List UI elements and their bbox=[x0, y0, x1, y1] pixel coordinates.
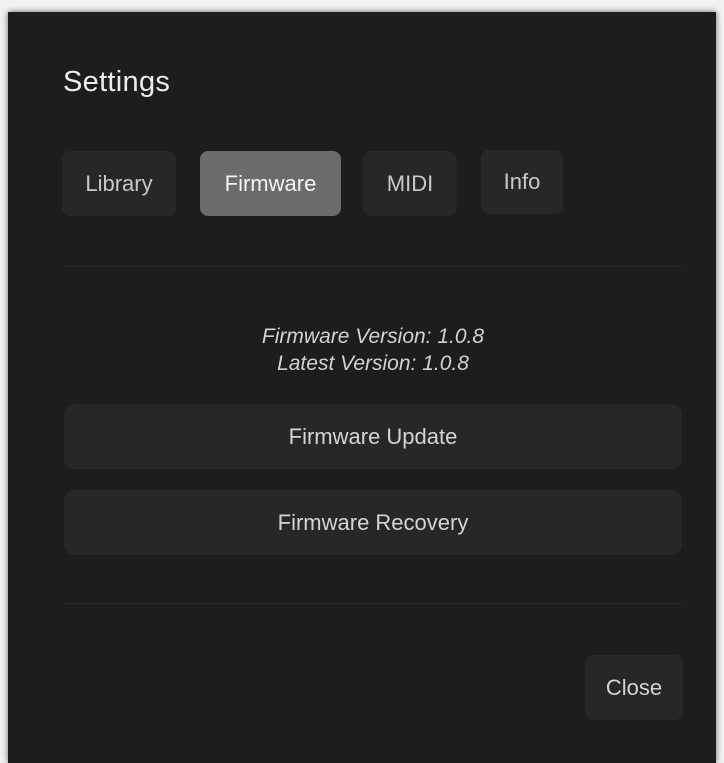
firmware-version-text: Firmware Version: 1.0.8 bbox=[261, 325, 485, 348]
footer-divider bbox=[63, 603, 683, 604]
tabs-divider bbox=[63, 266, 683, 267]
tab-firmware[interactable]: Firmware bbox=[200, 151, 341, 216]
tab-midi[interactable]: MIDI bbox=[363, 151, 457, 216]
latest-version-text: Latest Version: 1.0.8 bbox=[277, 352, 469, 375]
tab-info[interactable]: Info bbox=[481, 150, 563, 214]
dialog-title: Settings bbox=[63, 66, 171, 98]
settings-dialog: Settings Library Firmware MIDI Info Firm… bbox=[8, 12, 716, 763]
firmware-update-button[interactable]: Firmware Update bbox=[64, 404, 682, 469]
tab-library[interactable]: Library bbox=[62, 151, 176, 216]
firmware-recovery-button[interactable]: Firmware Recovery bbox=[64, 490, 682, 555]
close-button[interactable]: Close bbox=[585, 655, 683, 720]
